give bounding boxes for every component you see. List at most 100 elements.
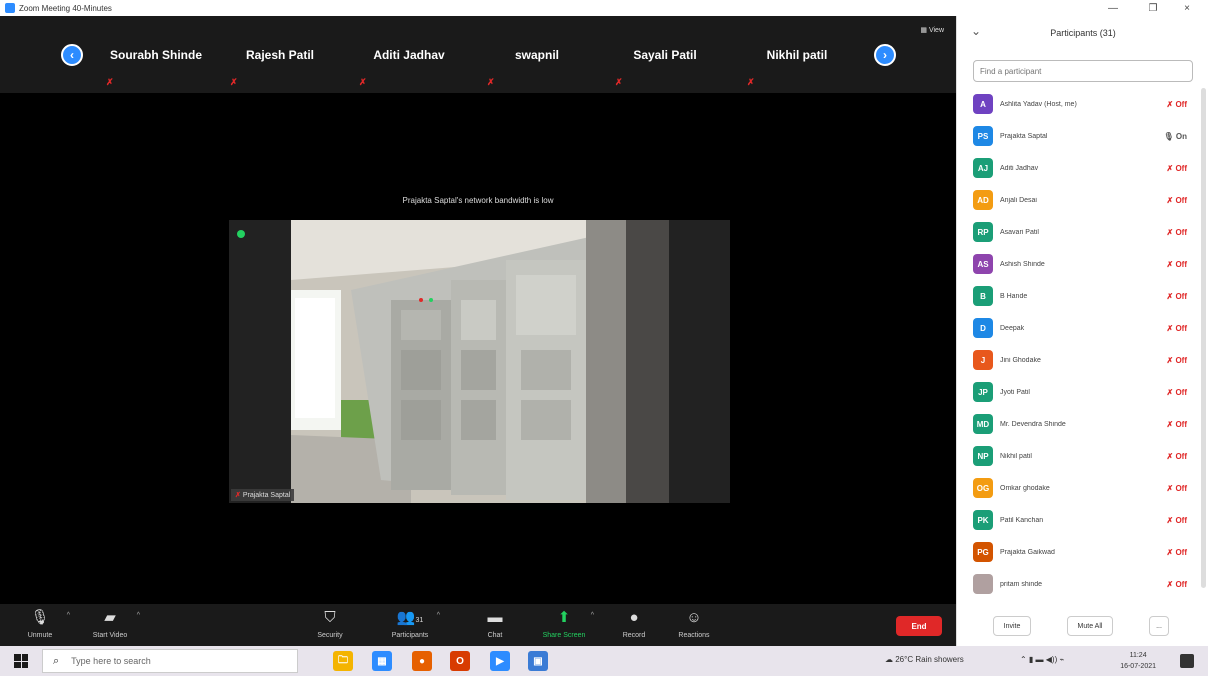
mic-muted-icon[interactable]: ✗ Off [1167,164,1188,173]
start-video-button[interactable]: ▰ Start Video ^ [80,608,140,644]
photos-icon[interactable]: ▣ [528,651,548,671]
video-tile[interactable]: Sourabh Shinde ✗ [96,24,216,90]
unmute-button[interactable]: 🎙 Unmute ^ [10,608,70,644]
reactions-label: Reactions [678,632,710,639]
caret-up-icon[interactable]: ^ [67,612,70,619]
participant-name: Omkar ghodake [1000,484,1050,492]
mic-muted-icon: ✗ [487,77,495,87]
participant-row[interactable]: JP Jyoti Patil ✗ Off [957,376,1201,408]
mic-muted-icon[interactable]: ✗ Off [1167,100,1188,109]
video-tile[interactable]: Rajesh Patil ✗ [220,24,340,90]
office-icon[interactable]: O [450,651,470,671]
participant-row[interactable]: PK Patil Kanchan ✗ Off [957,504,1201,536]
camera-feed [291,220,669,503]
participant-row[interactable]: PS Prajakta Saptal 🎙 On [957,120,1201,152]
mic-muted-icon[interactable]: ✗ Off [1167,548,1188,557]
caret-up-icon[interactable]: ^ [137,612,140,619]
participants-scrollbar[interactable] [1201,88,1206,588]
mic-muted-icon[interactable]: ✗ Off [1167,580,1188,589]
prev-page-button[interactable]: ‹ [61,44,83,66]
caret-up-icon[interactable]: ^ [437,612,440,619]
view-button[interactable]: ▦ View [920,26,944,34]
speaker-name-tag: ✗ Prajakta Saptal [231,489,295,501]
firefox-icon[interactable]: ● [412,651,432,671]
participant-row[interactable]: NP Nikhil patil ✗ Off [957,440,1201,472]
security-button[interactable]: ⛉ Security [300,608,360,644]
notifications-icon[interactable] [1180,654,1194,668]
minimize-button[interactable]: — [1098,0,1128,16]
mic-muted-icon[interactable]: ✗ Off [1167,292,1188,301]
avatar: AD [973,190,993,210]
participant-name: Patil Kanchan [1000,516,1044,524]
reactions-button[interactable]: ☺ Reactions [664,608,724,644]
mic-muted-icon[interactable]: ✗ Off [1167,452,1188,461]
mic-muted-icon: 🎙 [30,609,50,626]
record-icon: ● [629,609,639,626]
avatar: D [973,318,993,338]
weather-icon: ☁ [885,655,896,664]
taskbar-search-box[interactable]: ⌕ Type here to search [42,649,298,673]
participant-row[interactable]: A Ashlita Yadav (Host, me) ✗ Off [957,88,1201,120]
share-screen-icon: ⬆ [557,609,571,626]
share-screen-button[interactable]: ⬆ Share Screen ^ [534,608,594,644]
participant-row[interactable]: D Deepak ✗ Off [957,312,1201,344]
mic-status-label: Off [1175,515,1187,525]
weather-widget[interactable]: ☁ 26°C Rain showers [885,655,964,664]
mic-muted-icon[interactable]: ✗ Off [1167,260,1188,269]
participant-row[interactable]: AD Anjali Desai ✗ Off [957,184,1201,216]
participant-row[interactable]: J Jini Ghodake ✗ Off [957,344,1201,376]
participant-row[interactable]: PG Prajakta Gaikwad ✗ Off [957,536,1201,568]
participant-row[interactable]: AS Ashish Shinde ✗ Off [957,248,1201,280]
mic-status-label: Off [1175,387,1187,397]
taskbar-clock[interactable]: 11:24 16-07-2021 [1120,650,1156,672]
participant-name: B Hande [1000,292,1028,300]
system-tray-icons[interactable]: ⌃ ▮ ▬ ◀)) ⌁ [1020,655,1064,664]
mic-muted-icon[interactable]: ✗ Off [1167,228,1188,237]
avatar: JP [973,382,993,402]
video-tile[interactable]: Aditi Jadhav ✗ [349,24,469,90]
participant-row[interactable]: AJ Aditi Jadhav ✗ Off [957,152,1201,184]
video-tile[interactable]: Nikhil patil ✗ [737,24,857,90]
talking-indicator-icon [237,230,245,238]
store-icon[interactable]: ▦ [372,651,392,671]
zoom-icon[interactable]: ▶ [490,651,510,671]
participant-row[interactable]: pritam shinde ✗ Off [957,568,1201,600]
mute-all-button[interactable]: Mute All [1067,616,1113,636]
active-speaker-video[interactable]: ✗ Prajakta Saptal [229,220,730,503]
participant-row[interactable]: MD Mr. Devendra Shinde ✗ Off [957,408,1201,440]
chat-button[interactable]: ▬ Chat [465,608,525,644]
end-meeting-button[interactable]: End [896,616,942,636]
participant-row[interactable]: RP Asavari Patil ✗ Off [957,216,1201,248]
windows-start-icon[interactable] [14,654,28,668]
more-options-button[interactable]: ... [1149,616,1169,636]
maximize-button[interactable]: ❐ [1138,0,1168,16]
participant-row[interactable]: OG Omkar ghodake ✗ Off [957,472,1201,504]
mic-muted-icon[interactable]: ✗ Off [1167,516,1188,525]
mic-muted-icon[interactable]: ✗ Off [1167,356,1188,365]
invite-button[interactable]: Invite [993,616,1031,636]
mic-muted-icon[interactable]: ✗ Off [1167,324,1188,333]
mic-muted-icon[interactable]: ✗ Off [1167,388,1188,397]
video-tile[interactable]: swapnil ✗ [477,24,597,90]
mic-muted-icon[interactable]: ✗ Off [1167,420,1188,429]
participant-row[interactable]: B B Hande ✗ Off [957,280,1201,312]
title-bar: Zoom Meeting 40-Minutes — ❐ × [0,0,1208,16]
participants-button[interactable]: 👥31 Participants ^ [380,608,440,644]
participant-search-input[interactable] [973,60,1193,82]
weather-text: 26°C Rain showers [895,655,964,664]
avatar: PS [973,126,993,146]
mic-on-icon[interactable]: 🎙 On [1164,132,1188,141]
mic-muted-icon[interactable]: ✗ Off [1167,196,1188,205]
caret-up-icon[interactable]: ^ [591,612,594,619]
avatar [973,574,993,594]
next-page-button[interactable]: › [874,44,896,66]
file-explorer-icon[interactable]: 🗀 [333,651,353,671]
avatar: A [973,94,993,114]
panel-footer: Invite Mute All ... [957,612,1208,642]
mic-muted-icon[interactable]: ✗ Off [1167,484,1188,493]
video-tile[interactable]: Sayali Patil ✗ [605,24,725,90]
mic-muted-icon: ✗ [235,492,243,499]
avatar: J [973,350,993,370]
record-button[interactable]: ● Record [604,608,664,644]
close-button[interactable]: × [1172,0,1202,16]
